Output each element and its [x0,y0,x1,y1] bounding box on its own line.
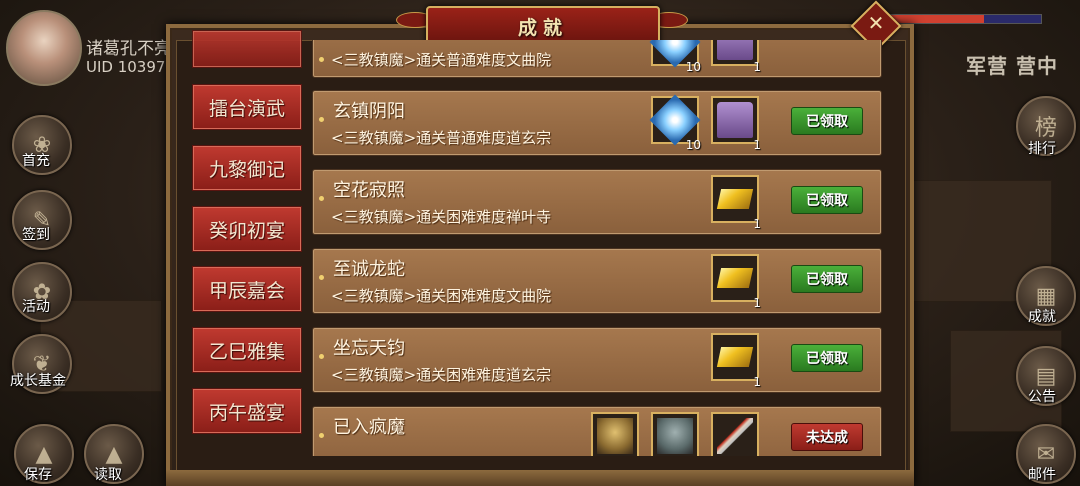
activity-label: 活动 [22,299,50,315]
tab-guimao-chuyan[interactable]: 癸卯初宴 [192,206,302,252]
save-label: 保存 [24,467,52,483]
achievement-row: 空花寂照 <三教镇魔>通关困难难度禅叶寺 1 已领取 [312,169,882,235]
ranking-label: 排行 [1028,141,1056,157]
reward-count: 1 [753,217,761,231]
bullet-icon [319,433,324,438]
claimed-button[interactable]: 已领取 [791,344,863,372]
achievement-label: 成就 [1028,309,1056,325]
reward-slot[interactable] [651,412,699,456]
achievement-title: 空花寂照 [333,180,405,201]
claimed-button[interactable]: 已领取 [791,107,863,135]
panel-title: 成就 [517,16,568,39]
bullet-icon [319,117,324,122]
armor-icon [657,418,693,454]
load-icon: ▲ [105,441,123,467]
achievement-description: <三教镇魔>通关困难难度文曲院 [331,287,552,305]
reward-slot[interactable]: 1 [711,40,761,74]
achievement-row: <三教镇魔>通关普通难度文曲院 10 1 [312,40,882,78]
top-status-bar [890,14,1042,24]
claimed-button[interactable]: 已领取 [791,265,863,293]
reward-slot[interactable]: 1 [711,254,761,310]
achievement-description: <三教镇魔>通关普通难度道玄宗 [331,129,552,147]
tab-jiachen-jiahui[interactable]: 甲辰嘉会 [192,266,302,312]
achievement-description: <三教镇魔>通关普通难度文曲院 [331,51,552,69]
bullet-icon [319,57,324,62]
not-achieved-button[interactable]: 未达成 [791,423,863,451]
reward-count: 1 [753,296,761,310]
achievement-title: 玄镇阴阳 [333,101,405,122]
reward-slot[interactable]: 1 [711,96,761,152]
sign-in-label: 签到 [22,227,50,243]
gold-bar-icon [716,268,754,288]
achievement-title: 坐忘天钧 [333,338,405,359]
tab-jiuli-yuji[interactable]: 九黎御记 [192,145,302,191]
achievement-list[interactable]: <三教镇魔>通关普通难度文曲院 10 1 玄镇阴阳 <三教镇魔>通关普通难度道玄… [312,40,882,456]
reward-count: 10 [685,138,701,152]
armor-icon [597,418,633,454]
reward-slot[interactable]: 1 [711,175,761,231]
growth-fund-label: 成长基金 [10,373,66,389]
reward-slot[interactable]: 1 [711,333,761,389]
reward-slot[interactable] [591,412,639,456]
reward-slot[interactable]: 10 [649,40,701,74]
tab-leitai-yanwu[interactable]: 擂台演武 [192,84,302,130]
achievement-title: 已入疯魔 [333,417,405,438]
reward-count: 1 [753,60,761,74]
achievement-row: 坐忘天钧 <三教镇魔>通关困难难度道玄宗 1 已领取 [312,327,882,393]
load-label: 读取 [94,467,122,483]
gold-bar-icon [716,347,754,367]
panel-bottom-rail [166,470,914,486]
bullet-icon [319,196,324,201]
mail-label: 邮件 [1028,467,1056,483]
chest-icon [717,102,753,138]
building-icon: ▦ [1035,283,1057,309]
achievement-description: <三教镇魔>通关困难难度道玄宗 [331,366,552,384]
bullet-icon [319,354,324,359]
close-icon[interactable]: ✕ [862,9,890,37]
reward-slot[interactable]: 10 [649,94,701,152]
achievement-row: 玄镇阴阳 <三教镇魔>通关普通难度道玄宗 10 1 已领取 [312,90,882,156]
save-icon: ▲ [35,441,53,467]
sword-icon [717,418,753,454]
scroll-icon: ▤ [1035,363,1057,389]
claimed-button[interactable]: 已领取 [791,186,863,214]
reward-slot[interactable] [711,412,759,456]
player-name: 诸葛孔不亮 [86,39,171,59]
achievement-row: 已入疯魔 未达成 [312,406,882,456]
player-avatar[interactable] [6,10,82,86]
tab-bingwu-shengyan[interactable]: 丙午盛宴 [192,388,302,434]
reward-count: 1 [753,375,761,389]
tab-yisi-yaji[interactable]: 乙巳雅集 [192,327,302,373]
announcement-label: 公告 [1028,389,1056,405]
tab-partial-top[interactable] [192,30,302,68]
achievement-title: 至诚龙蛇 [333,259,405,280]
achievement-description: <三教镇魔>通关困难难度禅叶寺 [331,208,552,226]
gold-bar-icon [716,189,754,209]
mail-icon: ✉ [1036,441,1056,467]
bullet-icon [319,275,324,280]
reward-count: 10 [685,60,701,74]
chest-icon [717,40,753,60]
achievement-row: 至诚龙蛇 <三教镇魔>通关困难难度文曲院 1 已领取 [312,248,882,314]
top-status-bar-fill [891,15,984,23]
first-recharge-label: 首充 [22,153,50,169]
camp-location-label: 军营 营中 [966,54,1058,78]
reward-count: 1 [753,138,761,152]
